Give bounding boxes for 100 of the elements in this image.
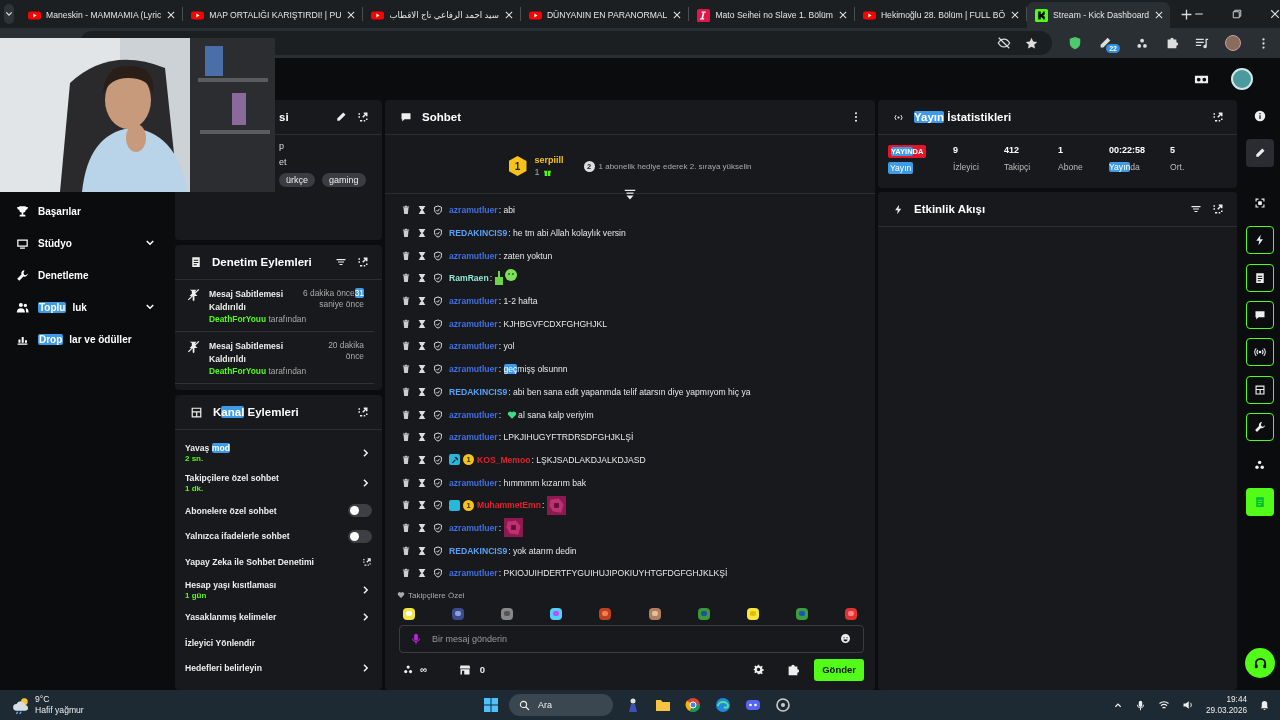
close-icon[interactable] bbox=[1010, 10, 1021, 20]
trash-icon[interactable] bbox=[401, 318, 411, 329]
chat-username[interactable]: MuhammetEmn bbox=[477, 500, 541, 511]
chat-username[interactable]: azramutluer bbox=[449, 296, 498, 307]
popout-icon[interactable] bbox=[357, 406, 369, 418]
trash-icon[interactable] bbox=[401, 364, 411, 375]
chat-app-icon[interactable] bbox=[745, 697, 761, 713]
chat-username[interactable]: REDAKINCIS9 bbox=[449, 386, 508, 397]
hourglass-icon[interactable] bbox=[417, 545, 427, 556]
trash-icon[interactable] bbox=[401, 250, 411, 261]
trash-icon[interactable] bbox=[401, 205, 411, 216]
chat-username[interactable]: REDAKINCIS9 bbox=[449, 545, 508, 556]
trash-icon[interactable] bbox=[401, 386, 411, 397]
microphone-icon[interactable] bbox=[1135, 699, 1146, 711]
setting-row[interactable]: Takipçilere özel sohbet 1 dk. bbox=[185, 468, 372, 498]
close-icon[interactable] bbox=[166, 10, 177, 20]
setting-row[interactable]: Hesap yaşı kısıtlaması 1 gün bbox=[185, 574, 372, 605]
hourglass-icon[interactable] bbox=[417, 228, 427, 239]
hourglass-icon[interactable] bbox=[417, 477, 427, 488]
tag[interactable]: ürkçe bbox=[279, 173, 315, 187]
sidebar-item[interactable]: Drop lar ve ödüller bbox=[0, 323, 172, 355]
emoji-icon[interactable] bbox=[840, 633, 851, 645]
settings-icon[interactable] bbox=[753, 664, 765, 676]
tab-search-button[interactable] bbox=[4, 4, 14, 24]
shield-icon[interactable] bbox=[433, 545, 443, 556]
store-icon[interactable] bbox=[458, 663, 471, 676]
toggle-switch[interactable] bbox=[348, 504, 372, 518]
hourglass-icon[interactable] bbox=[417, 341, 427, 352]
chat-username[interactable]: azramutluer bbox=[449, 477, 498, 488]
setting-row[interactable]: İzleyici Yönlendir bbox=[185, 630, 372, 656]
hourglass-icon[interactable] bbox=[417, 432, 427, 443]
support-button[interactable] bbox=[1245, 648, 1275, 678]
browser-tab[interactable]: DÜNYANIN EN PARANORMAL bbox=[520, 2, 689, 28]
tool-button[interactable] bbox=[1246, 487, 1274, 516]
popout-icon[interactable] bbox=[357, 256, 369, 268]
message-input[interactable]: Bir mesaj gönderin bbox=[432, 633, 830, 644]
trash-icon[interactable] bbox=[401, 545, 411, 556]
chat-username[interactable]: KOS_Memoo bbox=[477, 454, 531, 465]
points-icon[interactable] bbox=[403, 664, 414, 676]
puzzle-icon[interactable] bbox=[786, 662, 801, 677]
sidebar-item[interactable]: Denetleme bbox=[0, 259, 172, 291]
shield-icon[interactable] bbox=[433, 432, 443, 443]
chat-username[interactable]: RamRaen bbox=[449, 273, 489, 284]
toggle-switch[interactable] bbox=[348, 529, 372, 543]
tool-button[interactable] bbox=[1246, 300, 1274, 329]
popout-icon[interactable] bbox=[357, 111, 369, 123]
chat-username[interactable]: azramutluer bbox=[449, 318, 498, 329]
shield-icon[interactable] bbox=[433, 386, 443, 397]
chat-username[interactable]: azramutluer bbox=[449, 568, 498, 579]
chat-username[interactable]: azramutluer bbox=[449, 250, 498, 261]
hourglass-icon[interactable] bbox=[417, 364, 427, 375]
trash-icon[interactable] bbox=[401, 228, 411, 239]
chat-username[interactable]: azramutluer bbox=[449, 364, 498, 375]
chat-username[interactable]: azramutluer bbox=[449, 522, 498, 533]
browser-tab[interactable]: Maneskin - MAMMAMIA (Lyric bbox=[20, 2, 183, 28]
tool-button[interactable] bbox=[1246, 139, 1274, 168]
sidebar-item[interactable]: Toplu luk bbox=[0, 291, 172, 323]
setting-row[interactable]: Yasaklanmış kelimeler bbox=[185, 604, 372, 630]
shield-icon[interactable] bbox=[433, 228, 443, 239]
browser-tab[interactable]: MAP ORTALIĞI KARIŞTIRDI! | PU bbox=[183, 2, 363, 28]
trash-icon[interactable] bbox=[401, 477, 411, 488]
trash-icon[interactable] bbox=[401, 454, 411, 465]
clock[interactable]: 19:44 29.03.2026 bbox=[1206, 694, 1247, 716]
bell-icon[interactable] bbox=[1259, 699, 1270, 711]
hourglass-icon[interactable] bbox=[417, 409, 427, 420]
shield-icon[interactable] bbox=[433, 318, 443, 329]
sidebar-item[interactable]: Başarılar bbox=[0, 195, 172, 227]
chat-username[interactable]: REDAKINCIS9 bbox=[449, 228, 508, 239]
wifi-icon[interactable] bbox=[1158, 699, 1170, 711]
tool-button[interactable] bbox=[1246, 413, 1274, 442]
close-icon[interactable] bbox=[346, 10, 357, 20]
search-field[interactable]: Ara bbox=[509, 694, 613, 716]
shield-icon[interactable] bbox=[433, 568, 443, 579]
media-queue-icon[interactable] bbox=[1195, 36, 1209, 50]
tool-button[interactable] bbox=[1246, 263, 1274, 292]
new-tab-button[interactable] bbox=[1180, 7, 1194, 21]
shield-icon[interactable] bbox=[433, 364, 443, 375]
scroll-down-icon[interactable] bbox=[623, 188, 637, 202]
restore-icon[interactable] bbox=[1231, 8, 1244, 20]
close-icon[interactable] bbox=[1154, 10, 1165, 20]
pencil-icon[interactable] bbox=[335, 111, 347, 123]
trash-icon[interactable] bbox=[401, 522, 411, 533]
filter-icon[interactable] bbox=[335, 256, 347, 268]
shield-icon[interactable] bbox=[433, 454, 443, 465]
close-icon[interactable] bbox=[1269, 8, 1280, 20]
speaker-icon[interactable] bbox=[1182, 699, 1194, 711]
shield-icon[interactable] bbox=[433, 273, 443, 284]
trash-icon[interactable] bbox=[401, 273, 411, 284]
shield-icon[interactable] bbox=[433, 500, 443, 511]
trash-icon[interactable] bbox=[401, 432, 411, 443]
shield-icon[interactable] bbox=[433, 522, 443, 533]
chat-username[interactable]: azramutluer bbox=[449, 409, 498, 420]
app-icon[interactable] bbox=[775, 697, 791, 713]
popout-icon[interactable] bbox=[1212, 111, 1224, 123]
send-button[interactable]: Gönder bbox=[814, 658, 864, 681]
puzzle-icon[interactable] bbox=[1165, 36, 1179, 50]
hourglass-icon[interactable] bbox=[417, 386, 427, 397]
browser-tab[interactable]: Mato Seihei no Slave 1. Bölüm bbox=[689, 2, 854, 28]
trash-icon[interactable] bbox=[401, 409, 411, 420]
star-icon[interactable] bbox=[1025, 36, 1039, 50]
